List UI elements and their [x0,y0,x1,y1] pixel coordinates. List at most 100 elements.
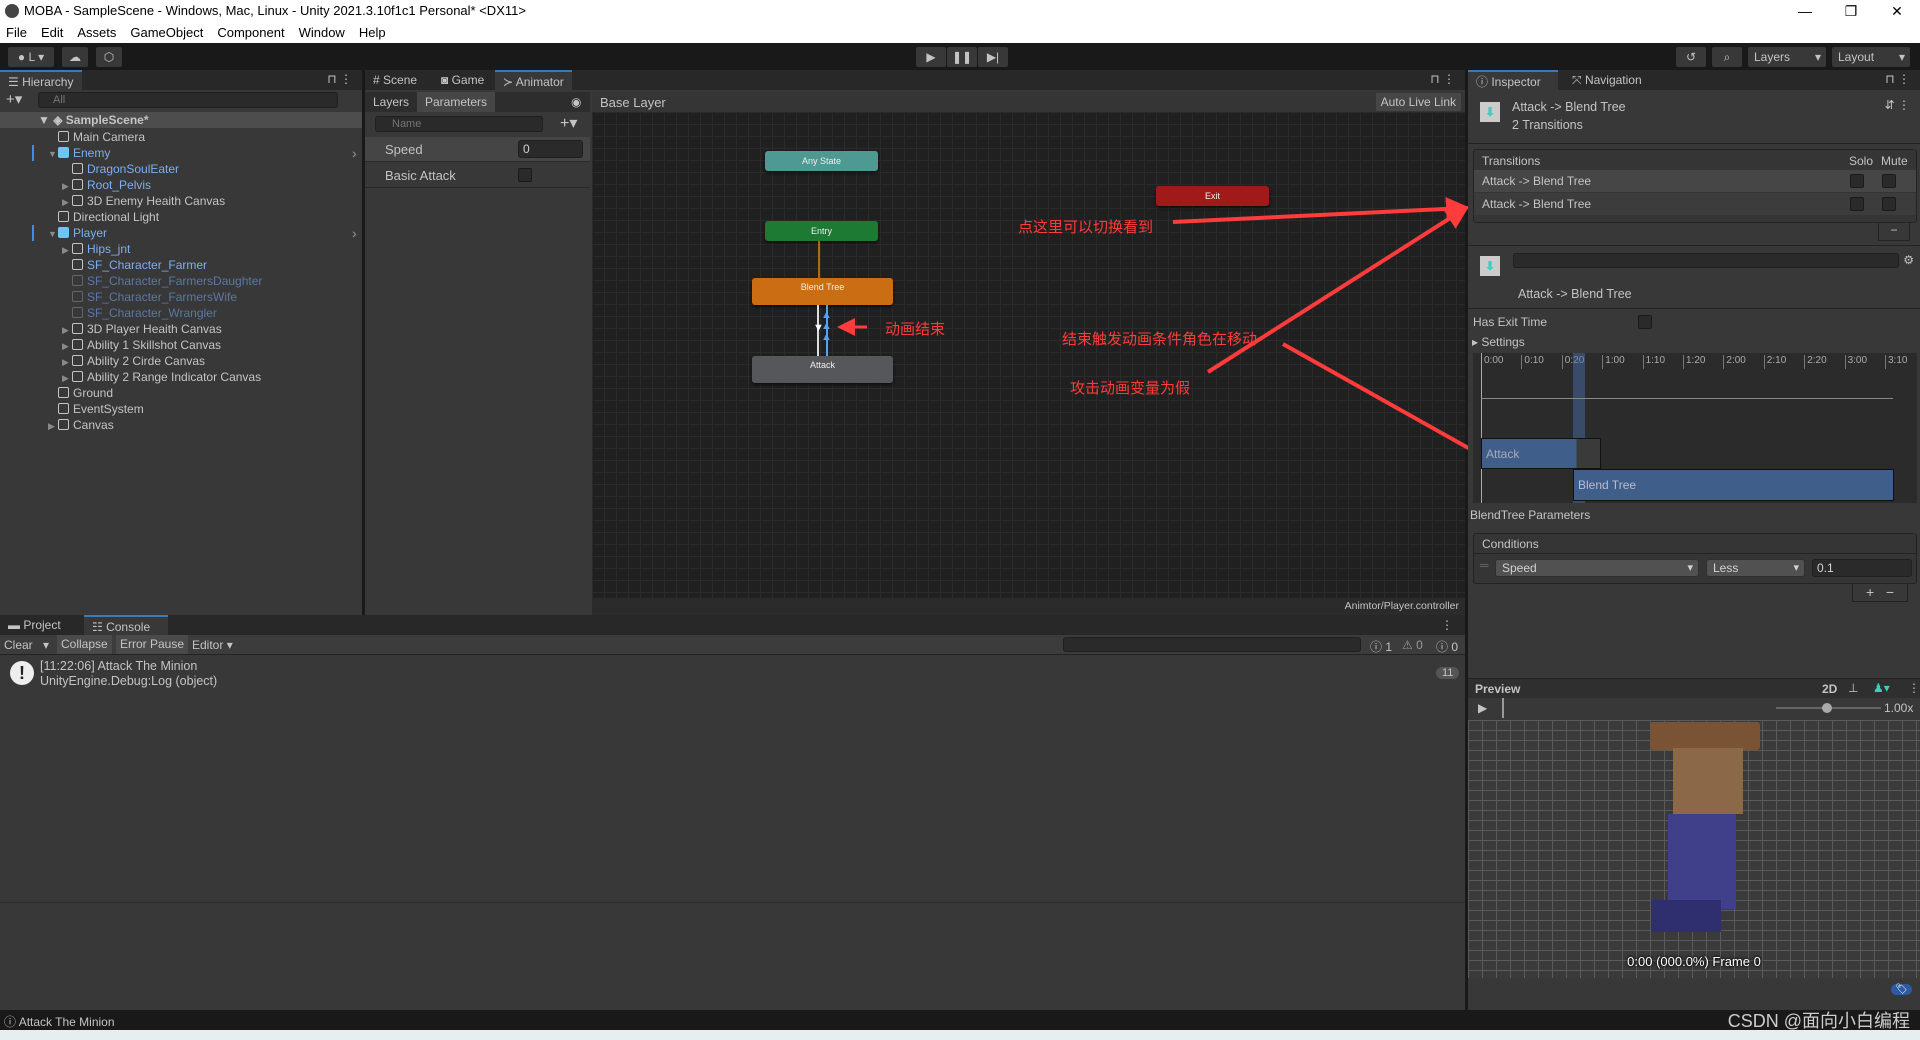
remove-condition-button[interactable]: − [1886,584,1894,600]
warning-count: 0 [1416,638,1423,652]
log-count: 1 [1385,640,1393,654]
pivot-icon[interactable]: ⊥ [1848,681,1858,695]
transitions-list: Transitions Solo Mute Attack -> Blend Tr… [1473,149,1917,223]
entry-stacktrace: UnityEngine.Debug:Log (object) [40,674,218,688]
character-legs [1651,900,1721,932]
transition-row[interactable]: Attack -> Blend Tree [1474,170,1916,192]
asset-label-icon[interactable]: 🏷 [1891,984,1912,995]
drag-handle-icon[interactable]: ═ [1480,558,1489,572]
character-hat [1650,722,1760,750]
warning-count-toggle[interactable]: ⚠ 0 [1402,638,1423,652]
condition-parameter-dropdown[interactable]: Speed [1495,559,1699,577]
remove-transition-button[interactable]: − [1878,223,1910,241]
entry-message: [11:22:06] Attack The Minion [40,659,198,673]
status-message[interactable]: ⓘ Attack The Minion [4,1013,115,1030]
condition-operator-dropdown[interactable]: Less [1706,559,1805,577]
preview-2d-toggle[interactable]: 2D [1822,682,1837,696]
inspector-panel: ⓘ Inspector ⤧ Navigation ⊓ ⋮ ⬇ Attack ->… [1468,70,1920,1010]
transition-row[interactable]: Attack -> Blend Tree [1474,193,1916,215]
navigation-tab-label: Navigation [1584,73,1642,87]
conditions-header: Conditions [1482,537,1539,551]
mute-checkbox[interactable] [1882,197,1896,211]
solo-checkbox[interactable] [1850,197,1864,211]
annotation-false: 攻击动画变量为假 [1070,380,1191,397]
editor-label: Editor [192,638,224,652]
settings-foldout[interactable]: ▸ Settings [1472,335,1525,349]
settings-label: Settings [1481,335,1525,349]
transition-label: Attack -> Blend Tree [1482,174,1592,188]
character-head [1673,748,1743,814]
preview-speed-slider[interactable] [1776,703,1881,713]
error-count: 0 [1451,640,1459,654]
console-tab-label: Console [106,620,151,634]
blendtree-parameters-label: BlendTree Parameters [1470,508,1591,522]
preview-label: Preview [1475,682,1521,696]
editor-dropdown[interactable]: Editor ▾ [192,638,233,652]
inspector-subtitle: 2 Transitions [1512,118,1583,132]
tab-project[interactable]: ▬ Project [0,615,82,635]
error-pause-button[interactable]: Error Pause [116,635,189,654]
mute-checkbox[interactable] [1882,174,1896,188]
solo-checkbox[interactable] [1850,174,1864,188]
annotation-end: 动画结束 [885,321,946,338]
timeline-tick: 1:10 [1642,355,1665,369]
preview-play-button[interactable]: ▶ [1478,701,1487,715]
more-icon[interactable]: ⋮ [1908,681,1920,695]
avatar-icon[interactable]: ♟▾ [1873,681,1890,695]
annotation-arrow [1172,196,1470,224]
preview-scrubber[interactable] [1502,698,1504,718]
preview-controls: ▶ 1.00x [1468,698,1920,718]
conditions-list: Conditions ═ Speed Less 0.1 [1473,533,1917,584]
error-count-toggle[interactable]: ⓘ 0 [1436,638,1458,655]
clear-button[interactable]: Clear [4,638,33,652]
transition-name-input[interactable] [1513,253,1899,268]
timeline-tick: 1:00 [1602,355,1625,369]
timeline-tick: 3:00 [1844,355,1867,369]
add-condition-button[interactable]: + [1866,584,1874,600]
more-icon[interactable]: ⋮ [1441,618,1453,632]
console-entry[interactable]: ! [11:22:06] Attack The Minion UnityEngin… [0,657,1465,691]
tab-inspector[interactable]: ⓘ Inspector [1468,70,1558,90]
console-panel: ▬ Project ☷ Console ⋮ Clear ▾ Collapse Er… [0,615,1465,1010]
annotation-condition: 结束触发动画条件角色在移动 [1062,331,1258,348]
collapse-button[interactable]: Collapse [57,635,112,654]
clip-blend-tree[interactable]: Blend Tree [1573,469,1894,501]
mute-header: Mute [1881,154,1908,168]
timeline-tick: 1:20 [1683,355,1705,369]
condition-value-field[interactable]: 0.1 [1812,559,1912,577]
timeline-tick: 2:00 [1723,355,1746,369]
settings-icon[interactable]: ⇵ ⋮ [1885,98,1910,112]
inspector-title: Attack -> Blend Tree [1512,100,1626,114]
character-body [1668,814,1736,909]
clear-options-icon[interactable]: ▾ [43,638,49,652]
timeline-tick: 2:20 [1804,355,1827,369]
transition-icon: ⬇ [1480,102,1500,122]
preview-frame-label: 0:00 (000.0%) Frame 0 [1627,954,1761,969]
console-search-input[interactable] [1063,637,1361,652]
log-count-toggle[interactable]: ⓘ 1 [1370,638,1392,655]
info-icon: ! [10,661,34,685]
transition-label: Attack -> Blend Tree [1482,197,1592,211]
timeline-tick: 0:00 [1481,355,1503,369]
transition-icon: ⬇ [1480,256,1500,276]
tab-navigation[interactable]: ⤧ Navigation [1564,70,1650,90]
entry-count-badge: 11 [1436,667,1460,679]
has-exit-time-label: Has Exit Time [1473,315,1548,329]
status-bar: ⓘ Attack The Minion CSDN @面向小白编程 [0,1010,1920,1031]
annotation-switch: 点这里可以切换看到 [1018,219,1154,236]
timeline-tick: 0:10 [1521,355,1544,369]
transition-timeline[interactable]: 0:000:100:201:001:101:202:002:102:203:00… [1473,353,1917,503]
slider-handle[interactable] [1822,703,1832,713]
preview-speed-value: 1.00x [1884,701,1914,715]
gear-icon[interactable]: ⚙ [1903,253,1914,267]
has-exit-time-checkbox[interactable] [1638,315,1652,329]
timeline-tick: 2:10 [1763,355,1786,369]
lock-icon[interactable]: ⊓ ⋮ [1885,72,1910,86]
clip-attack[interactable]: Attack [1481,438,1601,469]
selected-transition-name: Attack -> Blend Tree [1518,287,1632,301]
preview-viewport[interactable]: 0:00 (000.0%) Frame 0 [1468,720,1920,978]
console-toolbar: Clear ▾ Collapse Error Pause Editor ▾ ⓘ 1… [0,635,1465,655]
solo-header: Solo [1849,154,1874,168]
transitions-header: Transitions [1482,154,1541,168]
tab-console[interactable]: ☷ Console [84,615,168,635]
